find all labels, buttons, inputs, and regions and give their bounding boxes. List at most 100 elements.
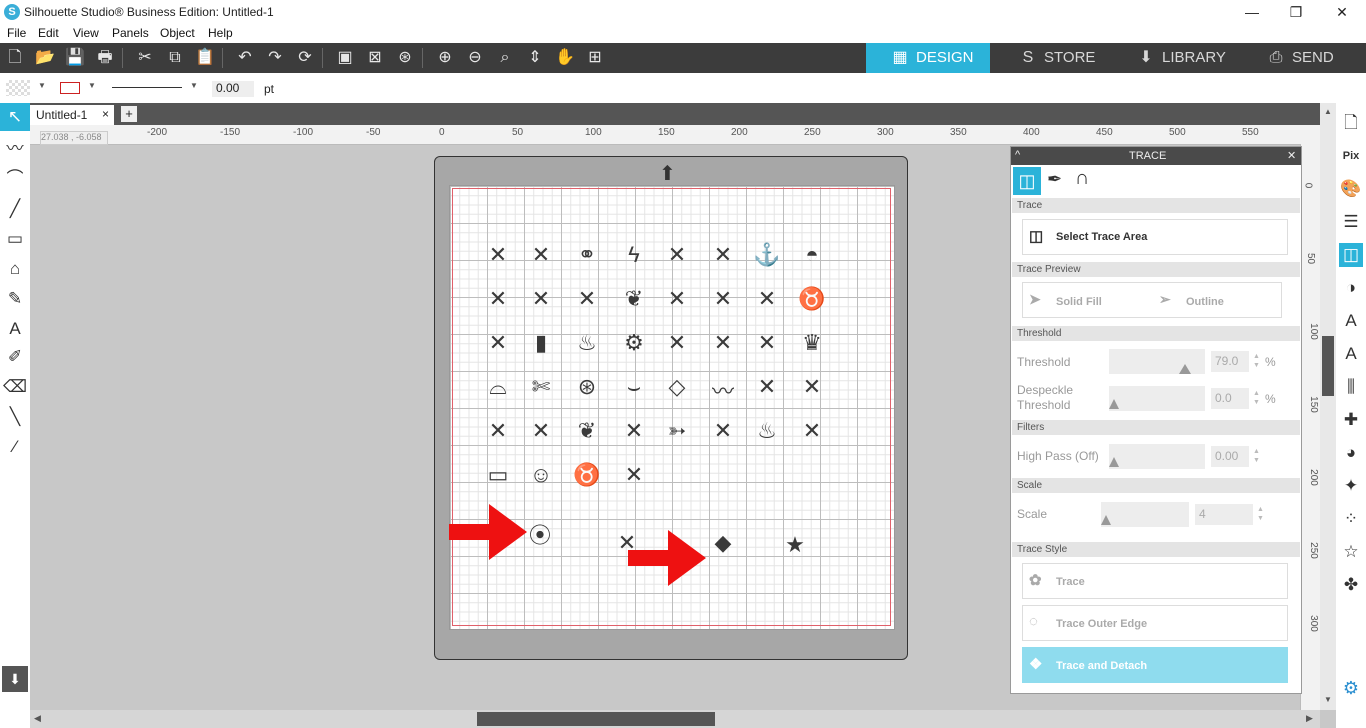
design-element[interactable]: ♨ <box>752 418 782 444</box>
trace-button[interactable]: ✿ Trace <box>1022 563 1288 599</box>
close-button[interactable]: ✕ <box>1322 2 1362 22</box>
outline-option[interactable]: Outline <box>1186 296 1224 308</box>
design-element[interactable]: ⦿ <box>525 518 555 550</box>
design-element[interactable]: ✄ <box>526 374 556 400</box>
design-element[interactable]: ♛ <box>797 330 827 356</box>
design-element[interactable]: ✕ <box>619 462 649 488</box>
despeckle-spinner-icon[interactable]: ▲ ▼ <box>1253 389 1260 407</box>
design-element[interactable]: ⚓ <box>752 242 782 268</box>
redraw-icon[interactable]: ⟳ <box>294 48 316 68</box>
high-pass-spinner-icon[interactable]: ▲ ▼ <box>1253 447 1260 465</box>
design-element[interactable]: ✕ <box>572 286 602 312</box>
star-icon[interactable]: ☆ <box>1339 540 1363 564</box>
pan-icon[interactable]: ✋ <box>554 48 576 68</box>
menu-object[interactable]: Object <box>160 26 195 40</box>
menu-panels[interactable]: Panels <box>112 26 149 40</box>
point-edit-icon[interactable]: 〰 <box>3 137 27 161</box>
solid-fill-option[interactable]: Solid Fill <box>1056 296 1102 308</box>
rectangle-icon[interactable]: ▭ <box>3 227 27 251</box>
design-element[interactable]: ◇ <box>662 374 692 400</box>
scale-slider-thumb-icon[interactable] <box>1101 515 1111 525</box>
fit-page-icon[interactable]: ⇕ <box>524 48 546 68</box>
new-icon[interactable]: 🗋 <box>4 48 26 68</box>
design-element[interactable]: ◆ <box>708 530 738 556</box>
design-element[interactable]: ⌓ <box>483 374 513 400</box>
design-element[interactable]: ✕ <box>662 330 692 356</box>
line-style-dropdown-icon[interactable]: ▼ <box>190 81 198 90</box>
add-page-icon[interactable]: ⊞ <box>584 48 606 68</box>
design-element[interactable]: 〰 <box>708 374 738 406</box>
transparency-icon[interactable]: ◑ <box>1339 276 1363 300</box>
design-element[interactable]: ☺ <box>526 462 556 488</box>
menu-help[interactable]: Help <box>208 26 233 40</box>
design-element[interactable]: ✕ <box>526 418 556 444</box>
fill-swatch[interactable] <box>6 80 30 96</box>
eyedropper-tab-icon[interactable]: ✒ <box>1047 169 1062 190</box>
design-element[interactable]: ▮ <box>526 330 556 356</box>
print-icon[interactable]: 🖶 <box>94 48 116 68</box>
trace-tab-icon[interactable]: ◫ <box>1013 167 1041 195</box>
open-icon[interactable]: 📂 <box>34 48 56 68</box>
trace-outer-edge-button[interactable]: ◌ Trace Outer Edge <box>1022 605 1288 641</box>
threshold-value-field[interactable]: 79.0 <box>1211 351 1249 372</box>
design-element[interactable]: ♉ <box>572 462 602 488</box>
line-icon[interactable]: ╱ <box>3 197 27 221</box>
select-trace-area-button[interactable]: ◫ Select Trace Area <box>1022 219 1288 255</box>
trace-icon[interactable]: ◫ <box>1339 243 1363 267</box>
line-color-swatch[interactable] <box>60 82 80 94</box>
design-element[interactable]: ➳ <box>662 418 692 444</box>
copy-icon[interactable]: ⧉ <box>164 48 186 68</box>
curve-icon[interactable]: ⌒ <box>3 167 27 191</box>
eraser-icon[interactable]: ⌫ <box>3 375 27 399</box>
design-element[interactable]: ✕ <box>797 374 827 400</box>
line-width-field[interactable]: 0.00 <box>212 81 254 97</box>
vertical-scroll-thumb[interactable] <box>1322 336 1334 396</box>
design-element[interactable]: ✕ <box>483 286 513 312</box>
threshold-slider[interactable] <box>1109 349 1205 374</box>
design-element[interactable]: ⚙ <box>619 330 649 356</box>
modify-icon[interactable]: ◕ <box>1339 441 1363 465</box>
design-element[interactable]: ✕ <box>708 330 738 356</box>
horizontal-scrollbar[interactable]: ◀ ▶ <box>30 710 1320 728</box>
polygon-icon[interactable]: ⌂ <box>3 257 27 281</box>
eyedropper-icon[interactable]: ⁄ <box>3 435 27 459</box>
magnet-tab-icon[interactable]: ∩ <box>1075 167 1089 190</box>
rhinestone-icon[interactable]: ⁘ <box>1339 507 1363 531</box>
trace-and-detach-button[interactable]: ❖ Trace and Detach <box>1022 647 1288 683</box>
design-element[interactable]: ⊛ <box>572 374 602 400</box>
brush-icon[interactable]: ╲ <box>3 405 27 429</box>
high-pass-slider[interactable] <box>1109 444 1205 469</box>
design-element[interactable]: ✕ <box>708 242 738 268</box>
select-icon[interactable]: ↖ <box>3 105 27 129</box>
design-element[interactable]: ✕ <box>752 374 782 400</box>
menu-view[interactable]: View <box>73 26 99 40</box>
panel-close-icon[interactable]: ✕ <box>1287 149 1296 162</box>
zoom-select-icon[interactable]: ⌕ <box>494 48 516 68</box>
tab-design[interactable]: ▦ DESIGN <box>866 43 990 73</box>
design-element[interactable]: ❦ <box>619 286 649 312</box>
scroll-right-icon[interactable]: ▶ <box>1306 713 1313 724</box>
align-icon[interactable]: ⫼ <box>1339 375 1363 399</box>
page-setup-icon[interactable]: 🗋 <box>1339 111 1363 135</box>
despeckle-slider[interactable] <box>1109 386 1205 411</box>
minimize-button[interactable]: — <box>1232 2 1272 22</box>
design-element[interactable]: ✕ <box>662 286 692 312</box>
text-style-icon[interactable]: A <box>1339 309 1363 333</box>
design-element[interactable]: ❦ <box>572 418 602 444</box>
save-icon[interactable]: 💾 <box>64 48 86 68</box>
tab-send[interactable]: ⎙ SEND <box>1266 43 1366 73</box>
scale-spinner-icon[interactable]: ▲ ▼ <box>1257 505 1264 523</box>
compound-icon[interactable]: ⊛ <box>394 48 416 68</box>
scroll-down-icon[interactable]: ▼ <box>1324 695 1332 704</box>
undo-icon[interactable]: ↶ <box>234 48 256 68</box>
menu-file[interactable]: File <box>7 26 26 40</box>
design-element[interactable]: ✕ <box>752 330 782 356</box>
design-element[interactable]: ✕ <box>483 418 513 444</box>
pencil-icon[interactable]: ✎ <box>3 287 27 311</box>
text-icon[interactable]: A <box>3 317 27 341</box>
scale-value-field[interactable]: 4 <box>1195 504 1253 525</box>
puzzle-icon[interactable]: ✤ <box>1339 573 1363 597</box>
design-element[interactable]: ✕ <box>526 242 556 268</box>
zoom-out-icon[interactable]: ⊖ <box>464 48 486 68</box>
tab-library[interactable]: ⬇ LIBRARY <box>1136 43 1256 73</box>
